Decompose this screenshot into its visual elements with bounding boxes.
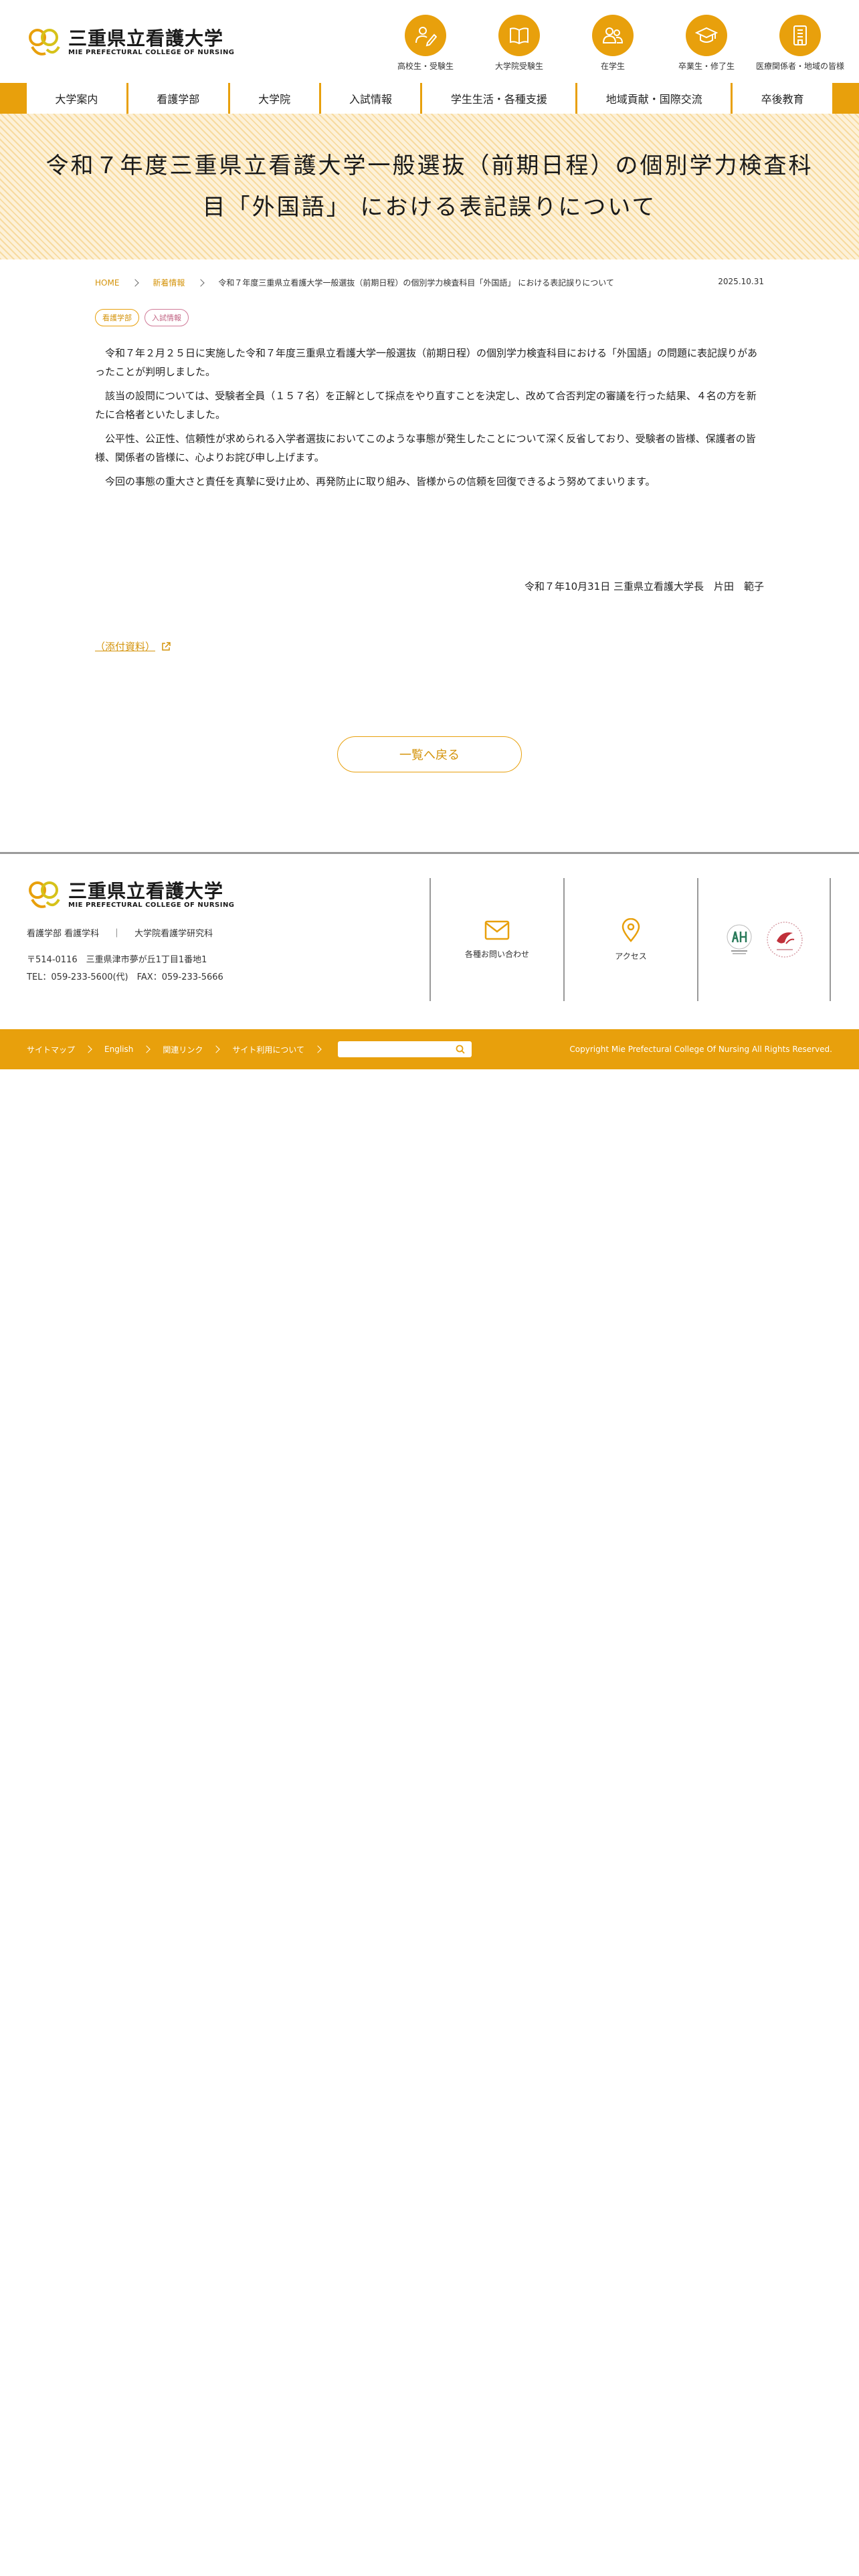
external-link-icon xyxy=(162,641,171,651)
breadcrumb-home[interactable]: HOME xyxy=(95,278,119,288)
building-icon xyxy=(793,25,807,45)
global-nav: 大学案内 看護学部 大学院 入試情報 学生生活・各種支援 地域貢献・国際交流 卒… xyxy=(0,83,859,114)
article-signature: 令和７年10月31日 三重県立看護大学長 片田 範子 xyxy=(524,580,764,593)
footer-phone-fax: TEL：059-233-5600(代) FAX：059-233-5666 xyxy=(27,972,223,982)
quick-link-label: 卒業生・修了生 xyxy=(678,62,735,71)
quick-link-community[interactable]: 医療関係者・地域の皆様 xyxy=(753,15,847,72)
post-date: 2025.10.31 xyxy=(718,277,764,286)
chevron-right-icon xyxy=(314,1045,322,1053)
nav-item-community-international[interactable]: 地域貢献・国際交流 xyxy=(577,83,733,114)
chevron-right-icon xyxy=(84,1045,92,1053)
footer-separator xyxy=(830,878,831,1001)
breadcrumb: HOME 新着情報 令和７年度三重県立看護大学一般選抜（前期日程）の個別学力検査… xyxy=(95,277,614,288)
open-book-icon xyxy=(510,27,529,45)
nav-item-continuing-education[interactable]: 卒後教育 xyxy=(733,83,832,114)
site-search-input[interactable] xyxy=(342,1045,456,1054)
footer-departments: 看護学部 看護学科 ｜ 大学院看護学研究科 xyxy=(27,926,213,939)
graduation-cap-icon xyxy=(695,27,718,43)
back-to-list-button[interactable]: 一覧へ戻る xyxy=(337,736,522,772)
quick-link-label: 医療関係者・地域の皆様 xyxy=(755,62,844,71)
breadcrumb-news[interactable]: 新着情報 xyxy=(153,277,185,288)
attachment-link[interactable]: （添付資料） xyxy=(95,639,171,653)
certification-seal-icon[interactable] xyxy=(766,921,803,958)
footer-contact-label: 各種お問い合わせ xyxy=(464,949,529,959)
nav-item-nursing-faculty[interactable]: 看護学部 xyxy=(128,83,230,114)
nav-item-about[interactable]: 大学案内 xyxy=(27,83,128,114)
footer-link-sitemap[interactable]: サイトマップ xyxy=(27,1044,75,1055)
nav-item-graduate-school[interactable]: 大学院 xyxy=(230,83,321,114)
chevron-right-icon xyxy=(212,1045,221,1053)
footer-contact-link[interactable]: 各種お問い合わせ xyxy=(431,878,563,1001)
chevron-right-icon xyxy=(131,278,140,287)
site-search xyxy=(338,1041,472,1057)
copyright-text: Copyright Mie Prefectural College Of Nur… xyxy=(569,1045,832,1054)
footer-access-label: アクセス xyxy=(615,951,647,961)
footer-bottom-bar: サイトマップ English 関連リンク サイト利用について Copyright… xyxy=(0,1029,859,1069)
footer-link-related[interactable]: 関連リンク xyxy=(163,1044,203,1055)
pencil-person-icon xyxy=(415,27,437,47)
breadcrumb-current: 令和７年度三重県立看護大学一般選抜（前期日程）の個別学力検査科目「外国語」 にお… xyxy=(218,278,614,288)
post-tags: 看護学部 入試情報 xyxy=(95,309,189,326)
article-paragraph: 令和７年２月２５日に実施した令和７年度三重県立看護大学一般選抜（前期日程）の個別… xyxy=(95,347,758,378)
logo-name-ja: 三重県立看護大学 xyxy=(68,27,224,49)
search-icon[interactable] xyxy=(456,1045,465,1054)
page-title: 令和７年度三重県立看護大学一般選抜（前期日程）の個別学力検査科目「外国語」 にお… xyxy=(45,152,814,221)
article-paragraph: 公平性、公正性、信頼性が求められる入学者選抜においてこのような事態が発生したこと… xyxy=(95,433,756,463)
map-pin-icon xyxy=(622,918,640,942)
site-logo[interactable]: 三重県立看護大学 MIE PREFECTURAL COLLEGE OF NURS… xyxy=(27,27,235,58)
quick-link-alumni[interactable]: 卒業生・修了生 xyxy=(660,15,753,72)
quick-link-label: 高校生・受験生 xyxy=(397,62,454,71)
site-footer: 三重県立看護大学 MIE PREFECTURAL COLLEGE OF NURS… xyxy=(0,854,859,1029)
quick-link-current-students[interactable]: 在学生 xyxy=(566,15,660,72)
mail-icon xyxy=(484,920,510,940)
tag-admissions[interactable]: 入試情報 xyxy=(145,309,189,326)
footer-links: サイトマップ English 関連リンク サイト利用について xyxy=(27,1029,472,1069)
footer-accreditation-badges xyxy=(698,878,830,1001)
footer-logo[interactable]: 三重県立看護大学 MIE PREFECTURAL COLLEGE OF NURS… xyxy=(27,879,235,910)
logo-mark-icon xyxy=(29,881,60,908)
footer-logo-name-en: MIE PREFECTURAL COLLEGE OF NURSING xyxy=(68,901,235,909)
attachment-label: （添付資料） xyxy=(95,641,156,653)
article-body: 令和７年２月２５日に実施した令和７年度三重県立看護大学一般選抜（前期日程）の個別… xyxy=(95,344,764,496)
chevron-right-icon xyxy=(197,278,205,287)
logo-name-en: MIE PREFECTURAL COLLEGE OF NURSING xyxy=(68,48,235,56)
chevron-right-icon xyxy=(142,1045,151,1053)
nav-item-admissions[interactable]: 入試情報 xyxy=(321,83,423,114)
quick-link-graduate-applicants[interactable]: 大学院受験生 xyxy=(472,15,566,72)
footer-logo-name-ja: 三重県立看護大学 xyxy=(68,879,224,902)
footer-dept-graduate: 大学院看護学研究科 xyxy=(134,929,213,939)
quick-nav: 高校生・受験生 大学院受験生 在学生 卒業生・修了生 医療関係者・地域の皆様 xyxy=(379,15,847,72)
footer-link-english[interactable]: English xyxy=(104,1045,133,1054)
footer-access-link[interactable]: アクセス xyxy=(565,878,697,1001)
logo-mark-icon xyxy=(29,29,60,56)
footer-address: 〒514-0116 三重県津市夢が丘1丁目1番地1 TEL：059-233-56… xyxy=(27,952,281,986)
quick-link-label: 在学生 xyxy=(600,62,625,71)
nav-item-student-life[interactable]: 学生生活・各種支援 xyxy=(422,83,578,114)
tag-nursing-faculty[interactable]: 看護学部 xyxy=(95,309,139,326)
footer-dept-divider: ｜ xyxy=(112,929,122,939)
students-icon xyxy=(602,27,624,43)
article-paragraph: 今回の事態の重大さと責任を真摯に受け止め、再発防止に取り組み、皆様からの信頼を回… xyxy=(105,475,656,488)
article-paragraph: 該当の設問については、受験者全員（１５７名）を正解として採点をやり直すことを決定… xyxy=(95,390,757,421)
footer-postal-address: 〒514-0116 三重県津市夢が丘1丁目1番地1 xyxy=(27,955,207,965)
footer-link-terms[interactable]: サイト利用について xyxy=(232,1044,304,1055)
page-title-band: 令和７年度三重県立看護大学一般選抜（前期日程）の個別学力検査科目「外国語」 にお… xyxy=(0,114,859,259)
site-header: 三重県立看護大学 MIE PREFECTURAL COLLEGE OF NURS… xyxy=(0,0,859,83)
quick-link-high-school[interactable]: 高校生・受験生 xyxy=(379,15,472,72)
accreditation-badge-icon[interactable] xyxy=(725,924,754,956)
footer-dept-nursing: 看護学部 看護学科 xyxy=(27,929,100,939)
quick-link-label: 大学院受験生 xyxy=(494,62,543,71)
